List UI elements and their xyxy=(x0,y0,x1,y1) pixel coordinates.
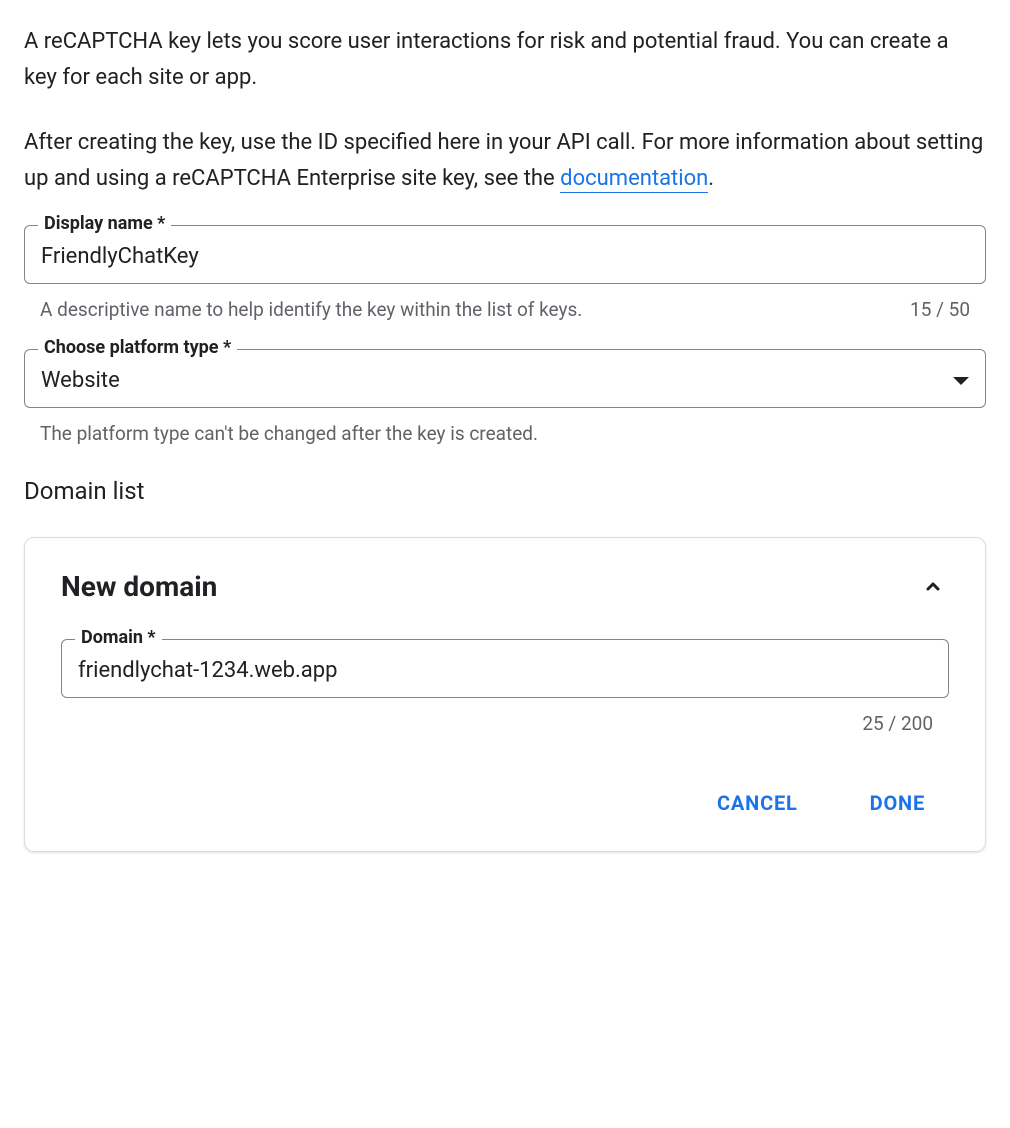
card-title: New domain xyxy=(61,570,217,603)
display-name-field-wrapper: Display name * xyxy=(24,225,986,284)
domain-list-heading: Domain list xyxy=(24,477,986,505)
display-name-charcount: 15 / 50 xyxy=(910,298,970,321)
collapse-toggle[interactable] xyxy=(917,571,949,603)
cancel-button[interactable]: CANCEL xyxy=(705,783,810,823)
display-name-label: Display name * xyxy=(38,213,171,234)
display-name-helper-row: A descriptive name to help identify the … xyxy=(24,292,986,321)
platform-value: Website xyxy=(41,368,120,393)
domain-helper-row: 25 / 200 xyxy=(61,706,949,735)
platform-helper: The platform type can't be changed after… xyxy=(40,422,538,445)
display-name-helper: A descriptive name to help identify the … xyxy=(40,298,582,321)
domain-input[interactable] xyxy=(61,639,949,698)
card-header: New domain xyxy=(61,570,949,603)
documentation-link[interactable]: documentation xyxy=(560,166,708,193)
card-button-row: CANCEL DONE xyxy=(61,783,949,823)
intro-paragraph-1: A reCAPTCHA key lets you score user inte… xyxy=(24,24,986,97)
intro-text: A reCAPTCHA key lets you score user inte… xyxy=(24,24,986,197)
domain-charcount: 25 / 200 xyxy=(862,712,933,735)
done-button[interactable]: DONE xyxy=(858,783,937,823)
platform-field-wrapper: Choose platform type * Website xyxy=(24,349,986,408)
domain-label: Domain * xyxy=(75,627,162,648)
platform-helper-row: The platform type can't be changed after… xyxy=(24,416,986,445)
platform-label: Choose platform type * xyxy=(38,337,237,358)
chevron-up-icon xyxy=(921,575,945,599)
dropdown-arrow-icon xyxy=(953,377,969,385)
domain-field-wrapper: Domain * xyxy=(61,639,949,698)
intro-paragraph-2: After creating the key, use the ID speci… xyxy=(24,125,986,198)
new-domain-card: New domain Domain * 25 / 200 CANCEL DONE xyxy=(24,537,986,852)
